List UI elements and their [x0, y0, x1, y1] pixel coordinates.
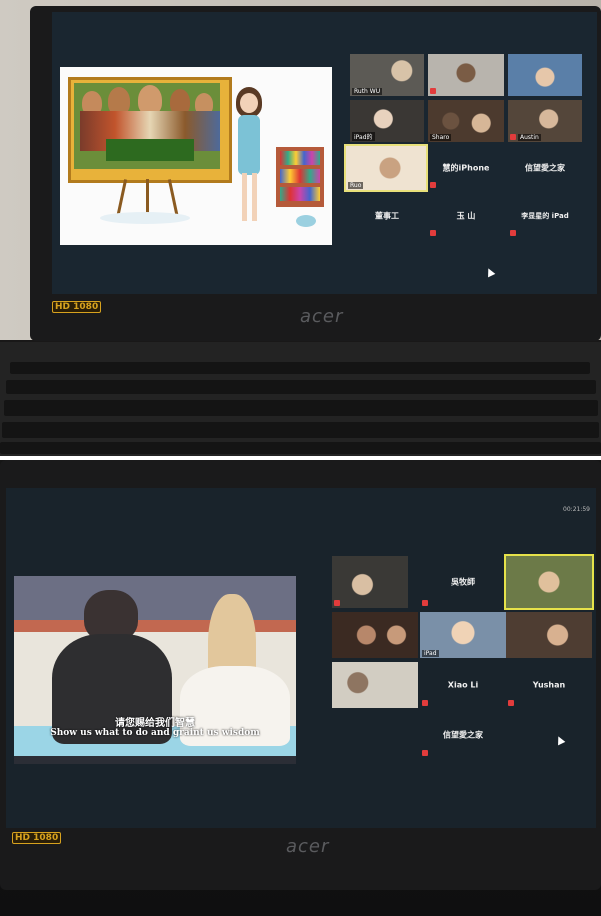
subtitle-chinese: 请您赐给我们智慧: [115, 718, 195, 729]
mic-muted-icon: [430, 182, 436, 188]
mic-muted-icon: [510, 230, 516, 236]
participant-name: Ruth WU: [352, 88, 383, 95]
subtitle-english: Show us what to do and graint us wisdom: [50, 728, 260, 738]
participant-tile-active-speaker[interactable]: Ruo: [344, 144, 428, 192]
participant-name: Austin: [518, 134, 541, 141]
participant-tile[interactable]: Yushan: [506, 662, 592, 708]
slide-caption: [106, 139, 194, 161]
mic-muted-icon: [430, 230, 436, 236]
participant-tile[interactable]: 信望愛之家: [508, 146, 582, 190]
mic-muted-icon: [510, 134, 516, 140]
laptop-screen-top: Ruth WU iPad的 Sharo Austin Ruo 慧的iPhone …: [52, 12, 597, 294]
participant-name: iPad: [422, 650, 439, 657]
participant-name: Xiao Li: [447, 680, 479, 690]
participant-tile[interactable]: Ruth WU: [350, 54, 424, 96]
participant-name: Ruo: [348, 182, 364, 189]
top-photo: Ruth WU iPad的 Sharo Austin Ruo 慧的iPhone …: [0, 0, 601, 456]
participant-tile[interactable]: 吳牧師: [420, 556, 506, 608]
hd-label: HD: [15, 833, 31, 843]
full-hd-badge: HD 1080: [12, 832, 62, 844]
brand-logo: acer: [300, 306, 344, 327]
participant-tile[interactable]: Xiao Li: [420, 662, 506, 708]
keyboard: [0, 342, 601, 456]
participant-tile[interactable]: [332, 556, 408, 608]
participant-name: Sharo: [430, 134, 452, 141]
participant-name: 董事工: [375, 211, 399, 221]
participant-name: iPad的: [352, 132, 375, 141]
participant-tile[interactable]: [506, 612, 592, 658]
mic-muted-icon: [422, 600, 428, 606]
participant-tile-active-speaker[interactable]: [504, 554, 594, 610]
participant-tile[interactable]: [428, 54, 504, 96]
participant-tile[interactable]: Austin: [508, 100, 582, 142]
mic-muted-icon: [508, 700, 514, 706]
participant-tile[interactable]: 玉 山: [428, 194, 504, 238]
resolution-label: 1080: [33, 833, 59, 843]
participant-tile[interactable]: [332, 662, 418, 708]
brand-logo: acer: [286, 836, 330, 857]
participant-name: Yushan: [532, 680, 566, 690]
shared-video: 请您赐给我们智慧 Show us what to do and graint u…: [14, 576, 296, 764]
full-hd-badge: HD 1080: [52, 301, 102, 313]
resolution-label: 1080: [73, 302, 99, 312]
slide-logo-icon: [296, 215, 316, 227]
meeting-timer: 00:21:59: [563, 506, 590, 513]
shared-screen: [60, 67, 332, 245]
mouse-cursor-icon: [554, 734, 566, 746]
participant-tile[interactable]: [332, 612, 418, 658]
participant-name: 慧的iPhone: [442, 163, 490, 173]
participant-name: 信望愛之家: [525, 163, 565, 173]
participant-tile[interactable]: 慧的iPhone: [428, 146, 504, 190]
laptop-screen-bottom: 00:21:59 请您赐给我们智慧 Show us what to do and…: [6, 488, 596, 828]
mic-muted-icon: [334, 600, 340, 606]
mic-muted-icon: [430, 88, 436, 94]
participant-name: 信望愛之家: [443, 730, 483, 740]
hd-label: HD: [55, 302, 71, 312]
participant-tile[interactable]: iPad的: [350, 100, 424, 142]
participant-tile[interactable]: 李显星的 iPad: [508, 194, 582, 238]
mic-muted-icon: [422, 700, 428, 706]
mic-muted-icon: [422, 750, 428, 756]
participant-name: 玉 山: [456, 211, 476, 221]
participant-tile[interactable]: Sharo: [428, 100, 504, 142]
participant-tile[interactable]: 董事工: [350, 194, 424, 238]
bottom-photo: 00:21:59 请您赐给我们智慧 Show us what to do and…: [0, 460, 601, 916]
participant-name: 吳牧師: [451, 577, 475, 587]
participant-tile[interactable]: 信望愛之家: [420, 712, 506, 758]
participant-tile[interactable]: [508, 54, 582, 96]
participant-name: 李显星的 iPad: [521, 212, 569, 220]
participant-tile[interactable]: iPad: [420, 612, 506, 658]
